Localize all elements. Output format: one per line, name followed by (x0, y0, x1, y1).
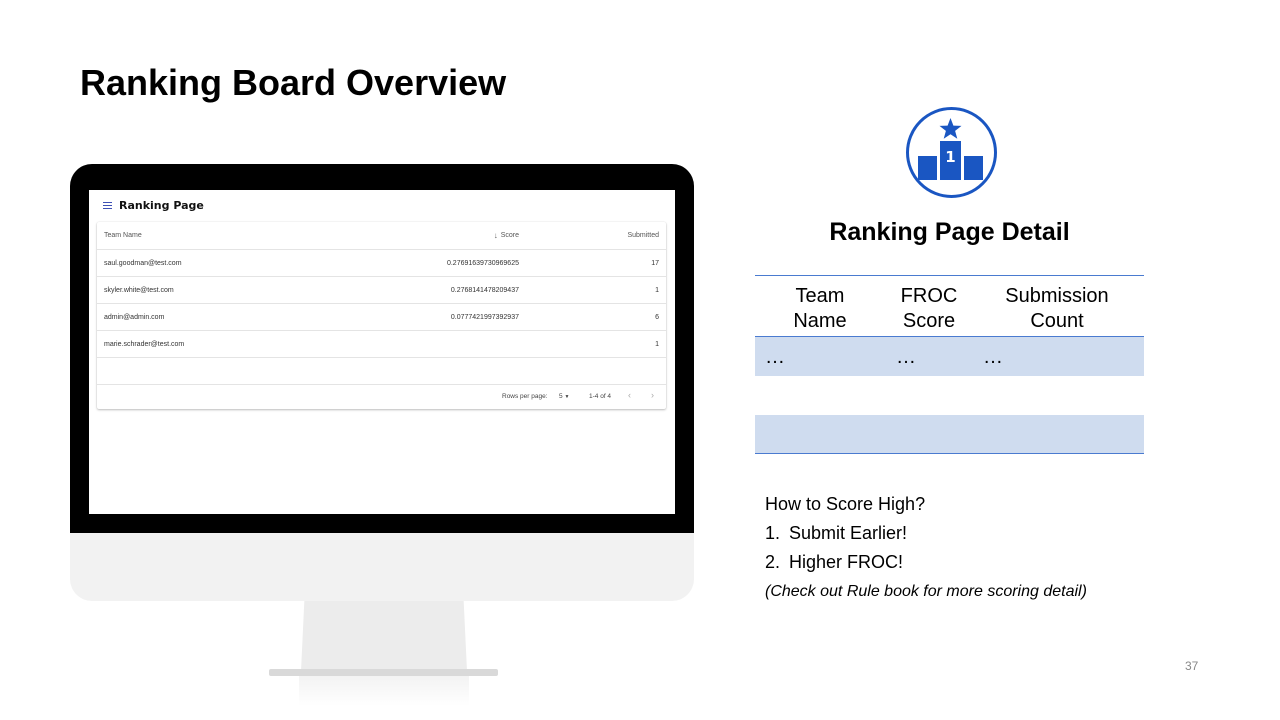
podium-star-svg: 1 (918, 118, 983, 180)
column-header-score[interactable]: ↓ Score (494, 222, 519, 249)
page-number: 37 (1185, 659, 1199, 673)
score-cell: 0.2768141478209437 (450, 286, 519, 294)
team-name-cell: saul.goodman@test.com (104, 259, 182, 267)
monitor-stand-base (269, 669, 498, 676)
team-name-cell: skyler.white@test.com (104, 286, 174, 294)
table-pagination: Rows per page: 5 ▼ 1-4 of 4 ‹ › (97, 384, 666, 409)
column-header-score-label: Score (500, 232, 519, 239)
tips-note: (Check out Rule book for more scoring de… (765, 583, 1087, 600)
chevron-right-icon[interactable]: › (651, 390, 654, 400)
rows-per-page-label: Rows per page: (502, 393, 548, 400)
table-empty-row (97, 358, 666, 385)
rows-per-page-select[interactable]: 5 ▼ (559, 393, 569, 400)
detail-header-froc-score: FROC Score (900, 285, 958, 332)
app-title: Ranking Page (119, 198, 204, 212)
detail-title: Ranking Page Detail (829, 218, 1070, 246)
monitor-chin (70, 533, 694, 601)
scoring-tips: How to Score High? 1. Submit Earlier! 2. H… (765, 490, 1087, 606)
submitted-cell: 6 (655, 313, 659, 321)
team-name-cell: marie.schrader@test.com (104, 340, 185, 348)
chevron-left-icon[interactable]: ‹ (628, 390, 631, 400)
detail-table-row (755, 376, 1144, 415)
table-header-row: Team Name ↓ Score Submitted (97, 222, 666, 250)
rows-per-page-value: 5 (559, 393, 563, 400)
pagination-range: 1-4 of 4 (589, 393, 612, 400)
column-header-team-name[interactable]: Team Name (104, 222, 142, 249)
slide-title: Ranking Board Overview (80, 62, 507, 103)
table-row[interactable]: saul.goodman@test.com 0.2769163973096962… (97, 250, 666, 277)
hamburger-menu-icon[interactable] (103, 201, 112, 209)
column-header-submitted[interactable]: Submitted (627, 222, 659, 249)
tips-heading: How to Score High? (765, 494, 926, 514)
detail-cell-froc-score: … (896, 346, 916, 368)
monitor-screen: Ranking Page Team Name ↓ Score Submitted… (89, 190, 675, 514)
tip-item: 1. Submit Earlier! (765, 523, 908, 543)
podium-rank-label: 1 (945, 148, 955, 166)
table-row[interactable]: skyler.white@test.com 0.2768141478209437… (97, 277, 666, 304)
team-name-cell: admin@admin.com (104, 313, 165, 321)
ranking-table-card: Team Name ↓ Score Submitted saul.goodman… (97, 222, 666, 409)
podium-star-icon: 1 (906, 107, 997, 198)
tip-item: 2. Higher FROC! (765, 552, 904, 572)
caret-down-icon: ▼ (564, 394, 570, 400)
monitor-stand-reflection (299, 676, 469, 706)
score-cell: 0.0777421997392937 (450, 313, 519, 321)
detail-header-team-name: Team Name (793, 285, 847, 332)
detail-cell-submission-count: … (983, 346, 1003, 368)
monitor-stand-neck (301, 601, 467, 671)
detail-table-row: … … … (755, 337, 1144, 376)
submitted-cell: 1 (655, 286, 659, 294)
app-bar: Ranking Page (103, 198, 204, 212)
ranking-detail-table: Team Name FROC Score Submission Count … … … (755, 275, 1144, 454)
score-cell: 0.27691639730969625 (446, 259, 519, 267)
submitted-cell: 17 (651, 259, 659, 267)
submitted-cell: 1 (655, 340, 659, 348)
table-row[interactable]: marie.schrader@test.com 1 (97, 331, 666, 358)
table-row[interactable]: admin@admin.com 0.0777421997392937 6 (97, 304, 666, 331)
detail-table-header: Team Name FROC Score Submission Count (755, 275, 1144, 337)
sort-arrow-down-icon: ↓ (493, 231, 498, 240)
detail-header-submission-count: Submission Count (1005, 285, 1109, 332)
detail-cell-team-name: … (765, 346, 785, 368)
detail-table-row (755, 415, 1144, 454)
